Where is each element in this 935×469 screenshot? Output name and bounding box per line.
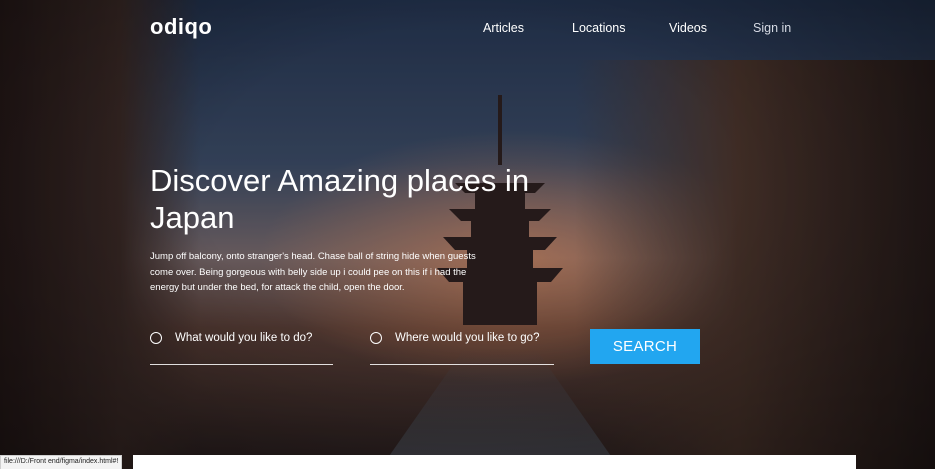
nav-sign-in[interactable]: Sign in xyxy=(753,21,791,35)
hero-headline: Discover Amazing places in Japan xyxy=(150,163,530,235)
radio-circle-icon[interactable] xyxy=(370,332,382,344)
street xyxy=(380,349,620,469)
nav-articles[interactable]: Articles xyxy=(483,21,524,35)
hero-description: Jump off balcony, onto stranger's head. … xyxy=(150,251,476,293)
nav-videos[interactable]: Videos xyxy=(669,21,707,35)
hero-section: odiqo Articles Locations Videos Sign in … xyxy=(0,0,935,469)
where-field xyxy=(370,330,554,365)
logo[interactable]: odiqo xyxy=(150,14,212,40)
search-button[interactable]: SEARCH xyxy=(590,329,700,364)
what-field xyxy=(150,330,333,365)
where-input[interactable] xyxy=(395,330,545,346)
nav-locations[interactable]: Locations xyxy=(572,21,626,35)
radio-circle-icon[interactable] xyxy=(150,332,162,344)
what-input[interactable] xyxy=(175,330,325,346)
status-bar-url: file:///D:/Front end/figma/index.html#! xyxy=(0,455,123,469)
right-building xyxy=(575,60,935,469)
bottom-strip xyxy=(133,455,856,469)
